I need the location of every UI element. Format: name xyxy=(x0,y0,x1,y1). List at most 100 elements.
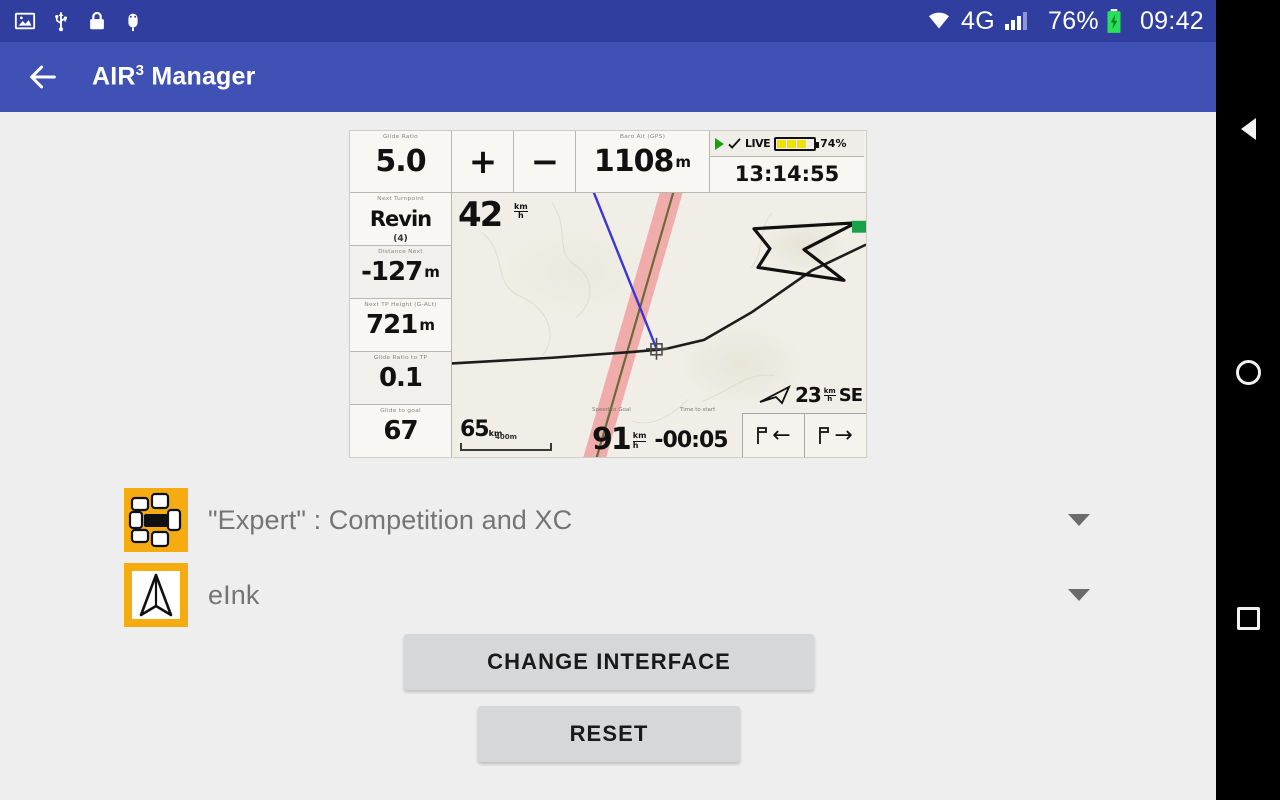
map-wind-group: 23 km h SE xyxy=(758,383,863,407)
device-distance-next-unit: m xyxy=(424,263,440,281)
layout-grid-glyph xyxy=(128,492,182,548)
map-ground-speed-unit: km h xyxy=(632,431,647,450)
wind-arrow-icon xyxy=(759,385,791,405)
device-altitude-label: Baro Alt (GPS) xyxy=(619,133,666,140)
nav-back-button[interactable] xyxy=(1240,118,1256,140)
status-bar-right: 4G 76% 09:42 xyxy=(924,7,1216,36)
device-next-tp-sub: (4) xyxy=(393,234,408,244)
profile-selector-row[interactable]: "Expert" : Competition and XC xyxy=(0,478,1216,562)
navigation-arrow-glyph xyxy=(139,573,173,617)
nav-home-button[interactable] xyxy=(1235,360,1261,385)
map-button-bar: ← → xyxy=(742,413,866,457)
status-bar: 4G 76% 09:42 xyxy=(0,0,1216,42)
device-clock-value: 13:14:55 xyxy=(734,162,840,186)
device-left-row: Next TP Height (G-ALt) 721 m xyxy=(350,299,451,352)
battery-charging-icon xyxy=(1107,9,1121,33)
device-battery-percent: 74% xyxy=(820,137,847,150)
device-body: Next Turnpoint Revin (4) Distance Next -… xyxy=(350,193,866,457)
device-plus-label: + xyxy=(468,141,497,182)
map-prev-arrow-label: ← xyxy=(772,423,791,448)
change-interface-button[interactable]: CHANGE INTERFACE xyxy=(404,634,814,690)
map-ground-speed-value: 91 xyxy=(592,422,632,457)
map-next-arrow-label: → xyxy=(834,423,853,448)
app-bar: AIR3 Manager xyxy=(0,42,1216,112)
map-speed-unit: km h xyxy=(514,202,528,221)
map-time-label: Time to start xyxy=(680,407,716,413)
map-wind-unit: km h xyxy=(823,386,836,403)
clock-label: 09:42 xyxy=(1139,6,1204,35)
network-type-label: 4G xyxy=(961,6,995,35)
map-ground-speed-label: Speed to Goal xyxy=(592,407,631,413)
image-icon xyxy=(14,12,36,30)
device-clock-line: 13:14:55 xyxy=(710,157,864,191)
map-speed-unit-bottom: h xyxy=(514,211,528,220)
map-ground-speed-group: 91 km h -00:05 xyxy=(592,422,729,457)
live-label: LIVE xyxy=(745,137,771,150)
screen-root: 4G 76% 09:42 AIR3 Manager Glide Ratio 5.… xyxy=(0,0,1280,800)
lock-icon xyxy=(90,11,104,30)
device-glide-to-goal-value: 67 xyxy=(383,416,418,446)
reset-button[interactable]: RESET xyxy=(478,706,740,762)
device-distance-next-label: Distance Next xyxy=(378,248,423,255)
device-glide-to-tp-value: 0.1 xyxy=(378,363,423,393)
turnpoint-flag-icon xyxy=(757,426,768,444)
device-next-tp-height-label: Next TP Height (G-ALt) xyxy=(364,301,437,308)
map-speed-value: 42 xyxy=(458,195,503,235)
chevron-down-icon[interactable] xyxy=(1068,589,1090,601)
map-wind-unit-top: km xyxy=(823,386,836,395)
interface-layout-icon xyxy=(124,488,188,552)
signal-bars-icon xyxy=(1005,12,1027,30)
status-bar-left-icons xyxy=(0,10,144,32)
device-screen-preview: Glide Ratio 5.0 + − Baro Alt (GPS) 1108 … xyxy=(349,130,867,458)
check-icon xyxy=(728,138,741,149)
map-time-value: -00:05 xyxy=(654,428,728,453)
nav-recents-button[interactable] xyxy=(1236,607,1260,630)
device-top-strip: Glide Ratio 5.0 + − Baro Alt (GPS) 1108 … xyxy=(350,131,866,193)
back-arrow-icon[interactable] xyxy=(26,60,60,94)
device-next-tp-height-value: 721 xyxy=(366,310,418,340)
battery-percent-label: 76% xyxy=(1048,6,1099,35)
map-wind-direction: SE xyxy=(838,384,863,406)
device-next-tp-label: Next Turnpoint xyxy=(377,195,424,202)
app-title-superscript: 3 xyxy=(135,62,145,80)
device-altitude-value: 1108 xyxy=(593,143,674,179)
interface-layout-icon-art xyxy=(124,488,188,552)
device-status-line: LIVE 74% xyxy=(710,131,864,157)
map-scale-bar: 400m xyxy=(460,433,552,451)
device-glide-to-goal-label: Glide to goal xyxy=(380,407,421,414)
android-nav-bar xyxy=(1216,0,1280,800)
map-prev-turnpoint-button[interactable]: ← xyxy=(742,413,804,457)
map-gs-unit-bottom: h xyxy=(632,440,647,450)
map-scale: 65km 400m xyxy=(460,417,552,451)
device-left-row: Glide to goal 67 xyxy=(350,405,451,457)
profile-selector-label: "Expert" : Competition and XC xyxy=(208,504,573,535)
turnpoint-flag-icon xyxy=(819,426,830,444)
device-minus-button[interactable]: − xyxy=(514,131,576,192)
device-battery-icon xyxy=(774,136,820,151)
device-plus-button[interactable]: + xyxy=(452,131,514,192)
device-minus-label: − xyxy=(530,141,559,182)
wifi-icon xyxy=(929,12,950,29)
elnk-icon-art xyxy=(124,563,188,627)
device-glide-ratio-cell: Glide Ratio 5.0 xyxy=(350,131,452,192)
device-map-area: 42 km h 65km 400m Speed to Goal Time to … xyxy=(452,193,866,457)
map-scale-bar-label: 400m xyxy=(495,433,517,441)
device-glide-to-tp-label: Glide Ratio to TP xyxy=(373,354,428,361)
elnk-navigation-icon xyxy=(124,563,188,627)
map-next-turnpoint-button[interactable]: → xyxy=(804,413,866,457)
recording-play-icon xyxy=(715,137,724,150)
android-debug-icon xyxy=(128,13,138,32)
chevron-down-icon[interactable] xyxy=(1068,514,1090,526)
device-left-row: Glide Ratio to TP 0.1 xyxy=(350,352,451,405)
device-distance-next-value: -127 xyxy=(361,257,423,287)
map-gs-unit-top: km xyxy=(632,431,647,441)
usb-icon xyxy=(55,12,67,32)
map-speed-unit-top: km xyxy=(514,202,528,211)
display-selector-row[interactable]: eInk xyxy=(0,553,1216,637)
app-title-main: AIR xyxy=(92,62,136,91)
device-altitude-cell: Baro Alt (GPS) 1108 m xyxy=(576,131,710,192)
device-status-cell: LIVE 74% 13:14:55 xyxy=(710,131,864,192)
device-next-tp-value: Revin xyxy=(369,206,432,231)
device-left-row: Distance Next -127 m xyxy=(350,246,451,299)
phone-viewport: 4G 76% 09:42 AIR3 Manager Glide Ratio 5.… xyxy=(0,0,1216,800)
